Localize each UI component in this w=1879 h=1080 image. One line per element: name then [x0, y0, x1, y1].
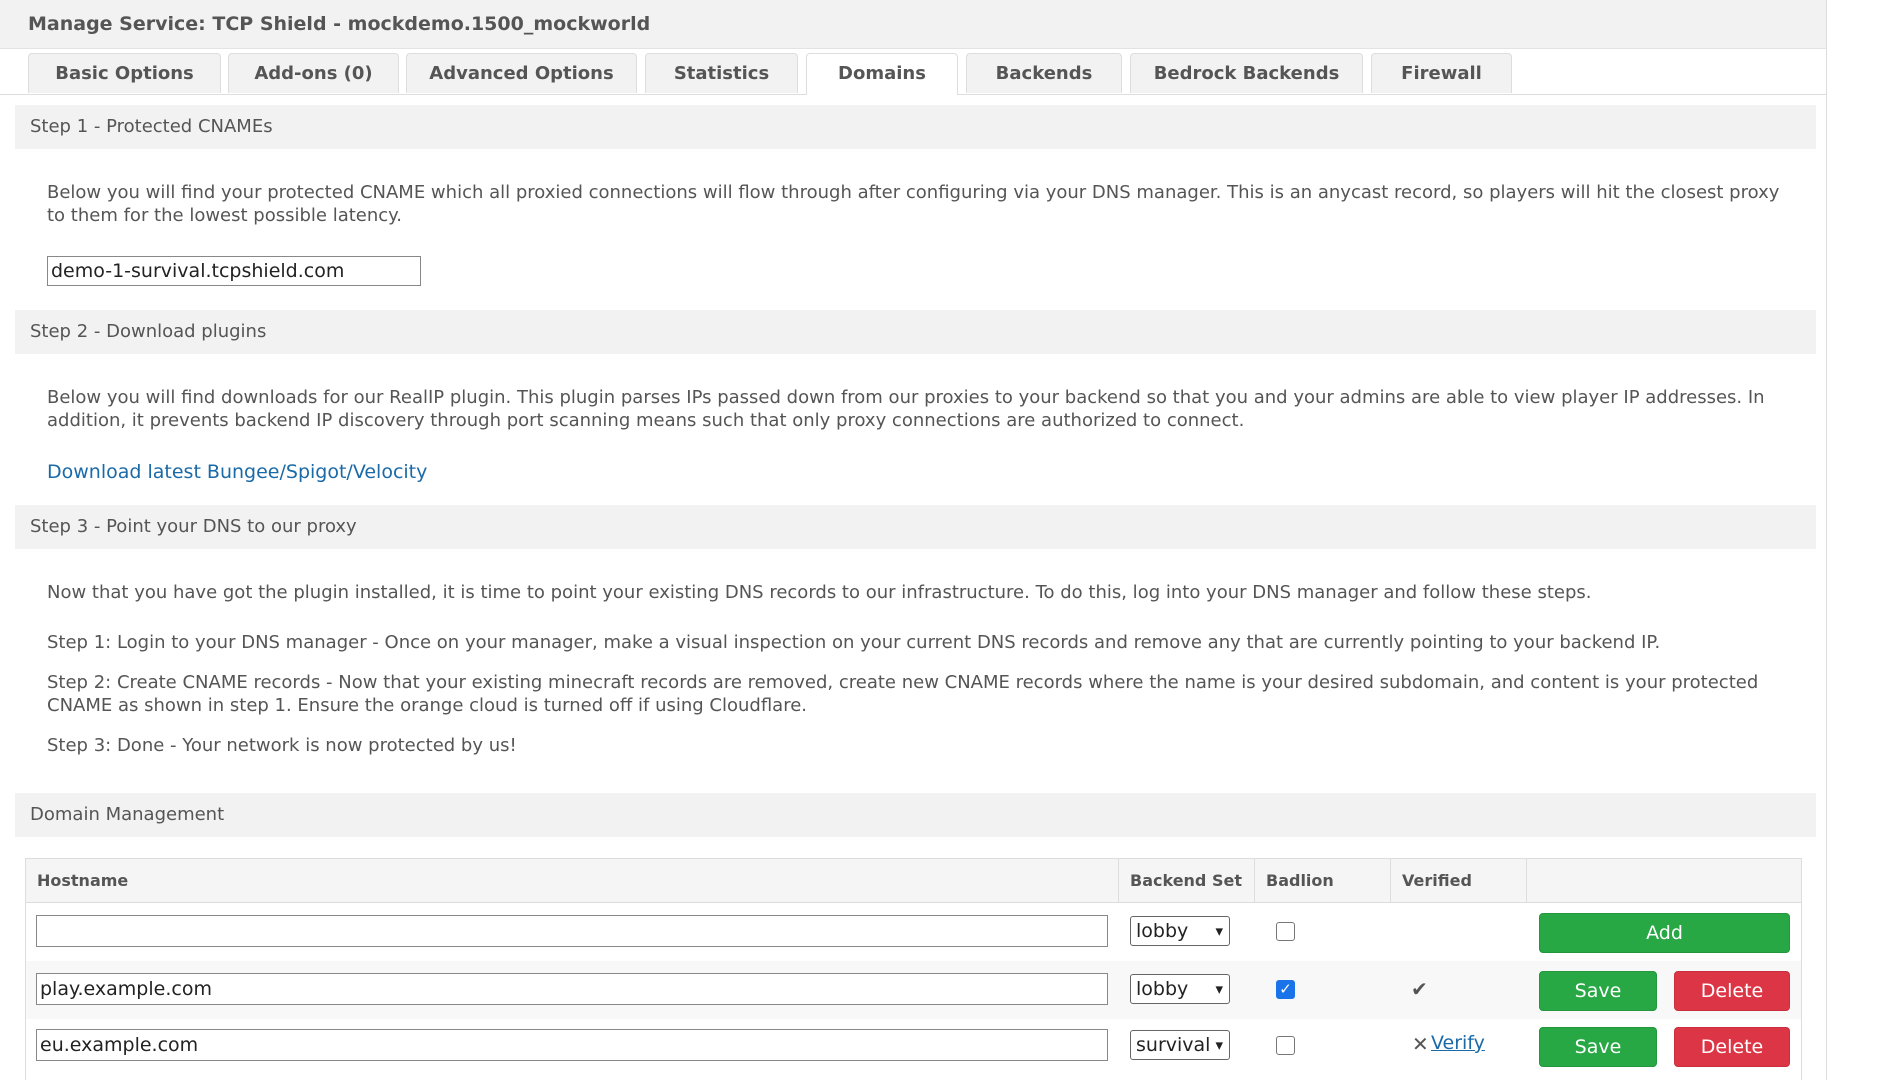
- backend-value: lobby: [1136, 978, 1189, 1000]
- tab-firewall[interactable]: Firewall: [1371, 53, 1512, 93]
- tab-basic-options[interactable]: Basic Options: [28, 53, 221, 93]
- new-backend-value: lobby: [1136, 920, 1189, 942]
- protected-cname-field[interactable]: [47, 256, 421, 286]
- download-plugin-link[interactable]: Download latest Bungee/Spigot/Velocity: [47, 461, 427, 483]
- hostname-input[interactable]: [36, 1029, 1108, 1061]
- add-domain-button[interactable]: Add: [1539, 913, 1790, 953]
- step2-description: Below you will find downloads for our Re…: [47, 387, 1765, 431]
- step3-header: Step 3 - Point your DNS to our proxy: [15, 505, 1816, 549]
- step2-header: Step 2 - Download plugins: [15, 310, 1816, 354]
- delete-button[interactable]: Delete: [1674, 1027, 1790, 1067]
- delete-button[interactable]: Delete: [1674, 971, 1790, 1011]
- manage-service-panel: Manage Service: TCP Shield - mockdemo.15…: [0, 0, 1827, 1080]
- panel-header: Manage Service: TCP Shield - mockdemo.15…: [0, 0, 1826, 49]
- step1-header: Step 1 - Protected CNAMEs: [15, 105, 1816, 149]
- tab-add-ons[interactable]: Add-ons (0): [228, 53, 399, 93]
- tab-domains[interactable]: Domains: [806, 53, 958, 95]
- step3-step2: Step 2: Create CNAME records - Now that …: [47, 672, 1759, 716]
- step3-intro: Now that you have got the plugin install…: [47, 582, 1592, 603]
- step3-title: Step 3 - Point your DNS to our proxy: [30, 516, 357, 537]
- step3-step3: Step 3: Done - Your network is now prote…: [47, 735, 517, 756]
- domain-management-header: Domain Management: [15, 793, 1816, 837]
- tab-advanced-options[interactable]: Advanced Options: [406, 53, 637, 93]
- backend-value: survival: [1136, 1034, 1211, 1056]
- column-backend-set: Backend Set: [1119, 859, 1255, 902]
- cross-icon: ✕: [1412, 1032, 1429, 1056]
- domain-management-title: Domain Management: [30, 804, 225, 825]
- step1-title: Step 1 - Protected CNAMEs: [30, 116, 273, 137]
- save-button[interactable]: Save: [1539, 1027, 1657, 1067]
- table-header-row: Hostname Backend Set Badlion Verified: [26, 859, 1801, 903]
- hostname-input[interactable]: [36, 973, 1108, 1005]
- column-verified: Verified: [1391, 859, 1527, 902]
- step2-title: Step 2 - Download plugins: [30, 321, 267, 342]
- table-row: lobby ▾ ✓ ✔ Save Delete: [26, 961, 1801, 1019]
- verify-link[interactable]: Verify: [1431, 1032, 1485, 1054]
- column-hostname: Hostname: [26, 859, 1119, 902]
- tab-bar: Basic Options Add-ons (0) Advanced Optio…: [0, 53, 1826, 95]
- table-row-new: lobby ▾ Add: [26, 903, 1801, 961]
- tab-backends[interactable]: Backends: [966, 53, 1122, 93]
- save-button[interactable]: Save: [1539, 971, 1657, 1011]
- badlion-checkbox[interactable]: [1276, 1036, 1295, 1055]
- tab-bedrock-backends[interactable]: Bedrock Backends: [1130, 53, 1363, 93]
- new-badlion-checkbox[interactable]: [1276, 922, 1295, 941]
- page-title: Manage Service: TCP Shield - mockdemo.15…: [28, 13, 651, 35]
- backend-select[interactable]: survival ▾: [1130, 1030, 1230, 1060]
- column-actions: [1527, 859, 1801, 902]
- tab-statistics[interactable]: Statistics: [645, 53, 798, 93]
- table-row: survival ▾ ✕ Verify Save Delete: [26, 1019, 1801, 1077]
- step3-step1: Step 1: Login to your DNS manager - Once…: [47, 632, 1661, 653]
- backend-select[interactable]: lobby ▾: [1130, 974, 1230, 1004]
- new-backend-select[interactable]: lobby ▾: [1130, 916, 1230, 946]
- chevron-down-icon: ▾: [1215, 922, 1223, 940]
- badlion-checkbox[interactable]: ✓: [1276, 980, 1295, 999]
- domain-table: Hostname Backend Set Badlion Verified lo…: [25, 858, 1802, 1080]
- new-hostname-input[interactable]: [36, 915, 1108, 947]
- column-badlion: Badlion: [1255, 859, 1391, 902]
- chevron-down-icon: ▾: [1215, 1036, 1223, 1054]
- check-icon: ✔: [1411, 977, 1428, 1001]
- chevron-down-icon: ▾: [1215, 980, 1223, 998]
- step1-description: Below you will find your protected CNAME…: [47, 182, 1780, 226]
